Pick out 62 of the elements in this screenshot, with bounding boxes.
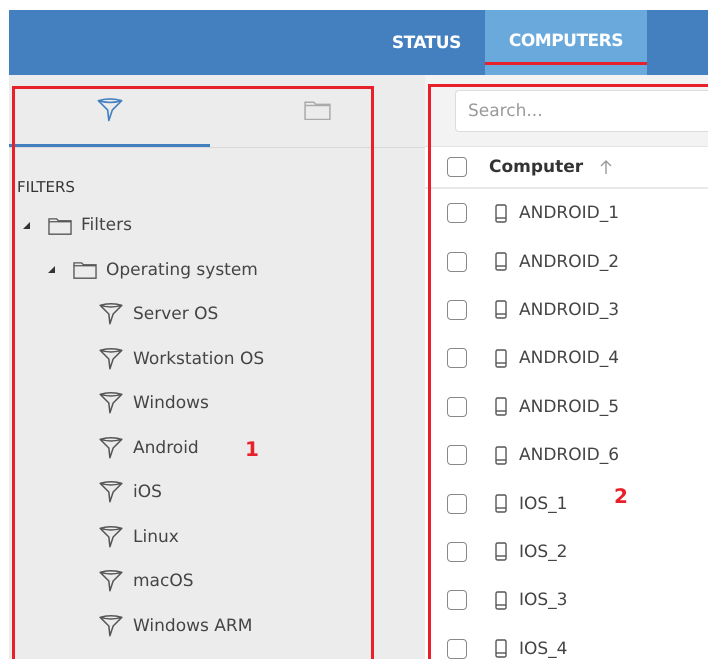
table-cell: ANDROID_3 (519, 300, 620, 320)
funnel-icon (98, 524, 124, 550)
phone-icon (495, 204, 507, 223)
table-cell: IOS_2 (519, 542, 568, 562)
expander-icon[interactable] (22, 220, 31, 230)
phone-icon (495, 590, 507, 610)
funnel-icon (98, 434, 124, 461)
checkbox[interactable] (447, 203, 467, 224)
checkbox[interactable] (447, 396, 467, 417)
funnel-icon (98, 612, 124, 639)
table-cell: ANDROID_6 (519, 445, 620, 466)
table-cell: ANDROID_1 (519, 203, 620, 224)
search-field[interactable]: Search... (455, 90, 708, 132)
annotation-number: 2 (614, 484, 628, 508)
tree-item[interactable]: Android (133, 438, 199, 458)
funnel-icon (98, 346, 124, 372)
section-heading: FILTERS (16, 177, 76, 198)
tree-item[interactable]: Workstation OS (133, 348, 264, 369)
checkbox[interactable] (447, 542, 467, 562)
checkbox[interactable] (447, 348, 467, 368)
folder-icon (304, 98, 331, 120)
phone-icon (495, 494, 507, 514)
checkbox[interactable] (447, 590, 467, 610)
checkbox[interactable] (447, 445, 467, 466)
phone-icon (495, 542, 507, 562)
checkbox[interactable] (447, 300, 467, 320)
funnel-icon (98, 568, 124, 594)
table-cell: IOS_4 (519, 638, 568, 659)
tree-item[interactable]: Filters (81, 215, 132, 236)
phone-icon (495, 639, 507, 658)
phone-icon (495, 252, 507, 272)
phone-icon (495, 348, 507, 368)
funnel-icon (98, 390, 124, 416)
checkbox[interactable] (447, 157, 467, 177)
tree-item[interactable]: Windows ARM (133, 616, 252, 636)
table-cell: ANDROID_2 (519, 252, 620, 272)
funnel-icon (98, 479, 124, 506)
table-cell: IOS_1 (519, 494, 568, 514)
funnel-icon (96, 96, 124, 124)
tree-item[interactable]: Operating system (106, 260, 258, 280)
checkbox[interactable] (447, 494, 467, 514)
checkbox[interactable] (447, 252, 467, 272)
tree-item[interactable]: iOS (133, 482, 162, 502)
tree-item[interactable]: Server OS (133, 304, 218, 324)
tree-item[interactable]: macOS (133, 571, 194, 592)
table-cell: ANDROID_4 (519, 348, 620, 368)
annotation-number: 1 (245, 437, 259, 461)
folder-icon (73, 260, 97, 280)
tree-item[interactable]: Windows (133, 393, 209, 414)
tree-item[interactable]: Linux (133, 526, 179, 547)
funnel-icon (98, 301, 124, 328)
checkbox[interactable] (447, 638, 467, 659)
phone-icon (495, 446, 507, 465)
folder-icon (48, 216, 72, 235)
phone-icon (495, 397, 507, 416)
sort-arrow-icon[interactable] (599, 159, 614, 175)
column-header[interactable]: Computer (489, 157, 584, 177)
nav-tab[interactable]: STATUS (368, 10, 485, 75)
table-cell: ANDROID_5 (519, 396, 620, 417)
table-cell: IOS_3 (519, 590, 568, 610)
phone-icon (495, 300, 507, 320)
expander-icon[interactable] (47, 265, 56, 274)
